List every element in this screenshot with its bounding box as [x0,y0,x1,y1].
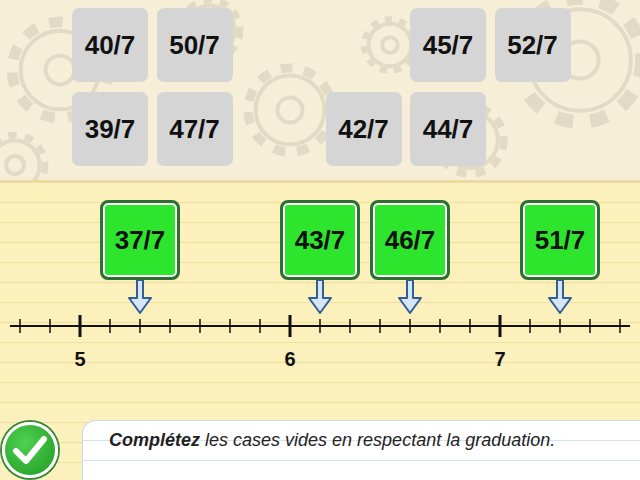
pointer-icon [127,280,153,316]
board: 5 6 7 37/7 43/746/7 51/7 Complétez les cases v… [0,180,640,480]
pointer-icon [547,280,573,316]
fraction-tile[interactable]: 42/7 [326,92,402,166]
axis-label: 7 [494,348,505,370]
fraction-tile[interactable]: 50/7 [157,8,233,82]
fraction-tile[interactable]: 52/7 [495,8,571,82]
axis-label: 6 [284,348,295,370]
fraction-tile[interactable]: 45/7 [410,8,486,82]
placed-tile[interactable]: 51/7 [520,200,600,280]
footer: Complétez les cases vides en respectant … [0,412,640,480]
instruction: Complétez les cases vides en respectant … [82,420,640,480]
fraction-tile[interactable]: 39/7 [72,92,148,166]
fraction-tile[interactable]: 44/7 [410,92,486,166]
check-icon [13,435,47,465]
fraction-tile[interactable]: 47/7 [157,92,233,166]
game-screen: 40/750/7 45/752/7 39/747/7 42/744/7 5 6 7 37/7 4… [0,0,640,480]
fraction-tile[interactable]: 40/7 [72,8,148,82]
number-line-area: 5 6 7 37/7 43/746/7 51/7 [0,183,640,412]
placed-tile[interactable]: 43/7 [280,200,360,280]
tile-tray: 40/750/7 45/752/7 39/747/7 42/744/7 [0,0,640,180]
gear-icon [0,135,45,180]
validate-button[interactable] [2,422,58,478]
axis-label: 5 [74,348,85,370]
placed-tile[interactable]: 46/7 [370,200,450,280]
gear-icon [248,68,332,152]
pointer-icon [397,280,423,316]
gear-icon [364,19,416,71]
pointer-icon [307,280,333,316]
placed-tile[interactable]: 37/7 [100,200,180,280]
